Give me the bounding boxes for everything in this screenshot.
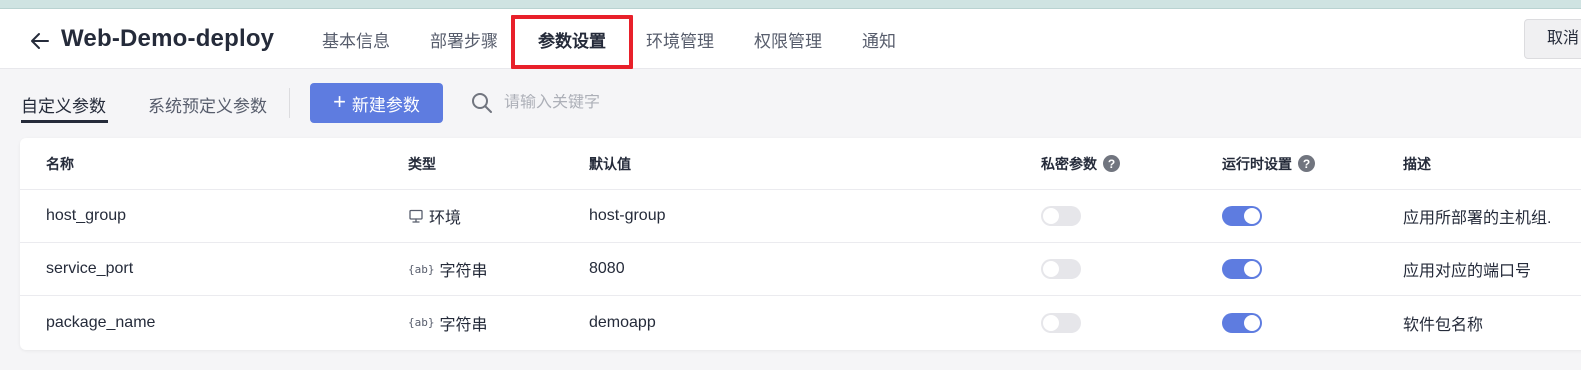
param-type-label: 字符串 [439,316,488,334]
runtime-toggle[interactable] [1222,206,1262,226]
param-description: 软件包名称 [1403,316,1484,334]
page-title: Web-Demo-deploy [61,25,275,52]
param-name: package_name [46,313,156,331]
param-default-value: demoapp [589,313,656,331]
param-secret-cell [1041,296,1081,349]
runtime-toggle[interactable] [1222,259,1262,279]
column-header-runtime: 运行时设置 ? [1222,138,1315,189]
column-header-secret-label: 私密参数 [1041,155,1097,172]
tab-notification[interactable]: 通知 [862,9,896,69]
table-row: host_group 环境 host-group 应用所部署的主机组. [20,190,1581,243]
subtab-system-params[interactable]: 系统预定义参数 [148,92,267,117]
help-icon[interactable]: ? [1298,155,1315,172]
param-description: 应用所部署的主机组. [1403,210,1552,227]
table-header-row: 名称 类型 默认值 私密参数 ? 运行时设置 ? 描述 [20,138,1581,190]
string-icon: {ab} [408,316,435,329]
param-type-label: 环境 [429,210,462,227]
window-top-strip [0,0,1581,9]
column-header-description: 描述 [1403,155,1431,172]
tab-parameter-settings[interactable]: 参数设置 [511,9,633,69]
secret-toggle[interactable] [1041,206,1081,226]
cancel-button[interactable]: 取消 [1524,19,1581,59]
search-input[interactable] [504,94,744,112]
monitor-icon [409,209,423,223]
column-header-runtime-label: 运行时设置 [1222,155,1292,172]
param-runtime-cell [1222,243,1262,295]
table-row: service_port {ab} 字符串 8080 应用对应的端口号 [20,243,1581,296]
param-name: service_port [46,260,134,277]
param-secret-cell [1041,190,1081,242]
param-type: {ab} 字符串 [408,296,488,349]
tab-permission-management[interactable]: 权限管理 [754,9,822,69]
search-icon [472,93,492,113]
tab-environment-management[interactable]: 环境管理 [646,9,714,69]
param-description: 应用对应的端口号 [1403,263,1532,280]
param-runtime-cell [1222,190,1262,242]
runtime-toggle[interactable] [1222,312,1262,333]
toolbar-divider [289,88,290,118]
param-default-value: host-group [589,207,666,224]
arrow-left-icon[interactable] [28,29,52,53]
column-header-secret: 私密参数 ? [1041,138,1120,189]
parameter-toolbar: 自定义参数 系统预定义参数 + 新建参数 [0,70,1581,134]
column-header-name: 名称 [46,155,74,172]
param-secret-cell [1041,243,1081,295]
tab-deploy-steps[interactable]: 部署步骤 [430,9,498,69]
page-header: Web-Demo-deploy 基本信息 部署步骤 参数设置 环境管理 权限管理… [0,9,1581,69]
active-subtab-indicator [21,120,108,123]
subtab-custom-params[interactable]: 自定义参数 [21,92,106,117]
tab-basic-info[interactable]: 基本信息 [322,9,390,69]
plus-icon: + [333,89,346,114]
column-header-type: 类型 [408,155,436,172]
param-runtime-cell [1222,296,1262,349]
param-type: 环境 [408,190,461,242]
column-header-default: 默认值 [589,155,631,172]
header-tabs: 基本信息 部署步骤 参数设置 环境管理 权限管理 通知 [308,9,896,69]
new-parameter-button[interactable]: + 新建参数 [310,83,443,123]
param-type: {ab} 字符串 [408,243,488,295]
help-icon[interactable]: ? [1103,155,1120,172]
new-parameter-label: 新建参数 [351,95,420,115]
param-type-label: 字符串 [439,263,488,280]
parameter-table: 名称 类型 默认值 私密参数 ? 运行时设置 ? 描述 host_group 环… [20,138,1581,350]
param-default-value: 8080 [589,260,625,277]
table-row: package_name {ab} 字符串 demoapp 软件包名称 [20,296,1581,349]
string-icon: {ab} [408,262,435,276]
secret-toggle[interactable] [1041,259,1081,279]
param-name: host_group [46,207,127,224]
search-box [470,88,770,118]
secret-toggle[interactable] [1041,312,1081,333]
